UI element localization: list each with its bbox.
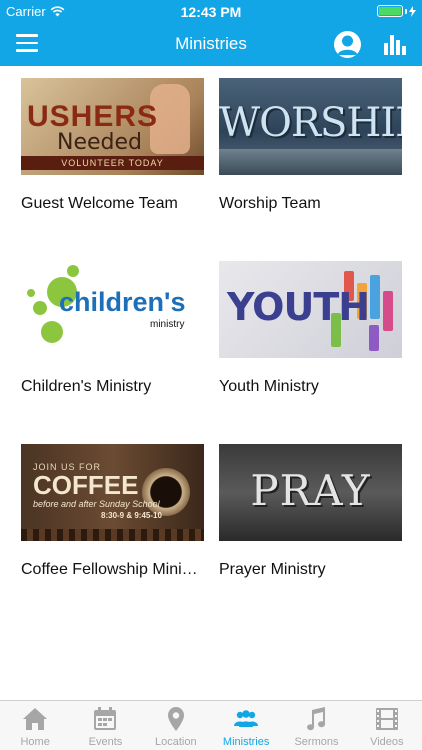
ministry-card-coffee[interactable]: JOIN US FOR COFFEE before and after Sund… bbox=[21, 444, 204, 579]
home-icon bbox=[23, 708, 48, 730]
ministry-card-worship[interactable]: WORSHIP Worship Team bbox=[219, 78, 402, 213]
ministry-image: WORSHIP bbox=[219, 78, 402, 175]
status-time: 12:43 PM bbox=[180, 4, 242, 20]
tab-sermons[interactable]: Sermons bbox=[281, 701, 351, 750]
image-text: COFFEE bbox=[33, 470, 139, 500]
image-text: ministry bbox=[150, 319, 185, 330]
header: Carrier 12:43 PM Ministries bbox=[0, 0, 422, 66]
ministry-label: Worship Team bbox=[219, 195, 321, 212]
tab-label: Ministries bbox=[222, 736, 270, 748]
ministry-image: YOUTH bbox=[219, 261, 402, 358]
ministry-card-youth[interactable]: YOUTH Youth Ministry bbox=[219, 261, 402, 396]
map-pin-icon bbox=[167, 707, 184, 731]
ministry-image: USHERS Needed VOLUNTEER TODAY bbox=[21, 78, 204, 175]
image-text: YOUTH bbox=[227, 285, 370, 329]
image-text: USHERS bbox=[27, 100, 159, 133]
ministry-label: Coffee Fellowship Ministry bbox=[21, 561, 204, 578]
tab-location[interactable]: Location bbox=[141, 701, 211, 750]
tab-label: Home bbox=[20, 736, 50, 748]
bar-chart-icon bbox=[384, 35, 406, 55]
image-text: before and after Sunday School bbox=[33, 499, 160, 509]
tab-home[interactable]: Home bbox=[0, 701, 70, 750]
tab-label: Sermons bbox=[294, 736, 339, 748]
ministry-image: children's ministry bbox=[21, 261, 204, 358]
status-bar: Carrier 12:43 PM bbox=[0, 0, 422, 22]
image-text: WORSHIP bbox=[219, 100, 402, 146]
ministry-card-guest-welcome[interactable]: USHERS Needed VOLUNTEER TODAY Guest Welc… bbox=[21, 78, 204, 213]
profile-button[interactable] bbox=[334, 31, 361, 58]
battery-icon bbox=[377, 5, 416, 17]
ministry-label: Prayer Ministry bbox=[219, 561, 326, 578]
user-icon bbox=[337, 35, 358, 55]
stats-button[interactable] bbox=[383, 32, 407, 56]
ministry-image: JOIN US FOR COFFEE before and after Sund… bbox=[21, 444, 204, 541]
tab-events[interactable]: Events bbox=[70, 701, 140, 750]
image-text: VOLUNTEER TODAY bbox=[21, 156, 204, 170]
tab-label: Events bbox=[88, 736, 123, 748]
tab-bar: Home Events Location Ministries Sermons … bbox=[0, 700, 422, 750]
ministry-card-childrens[interactable]: children's ministry Children's Ministry bbox=[21, 261, 204, 396]
ministry-label: Guest Welcome Team bbox=[21, 195, 178, 212]
tab-label: Location bbox=[155, 736, 197, 748]
people-icon bbox=[234, 710, 259, 727]
calendar-icon bbox=[94, 707, 117, 730]
image-text: children's bbox=[59, 287, 186, 317]
ministry-grid: USHERS Needed VOLUNTEER TODAY Guest Welc… bbox=[0, 66, 422, 700]
ministry-card-prayer[interactable]: PRAY Prayer Ministry bbox=[219, 444, 402, 579]
ministry-image: PRAY bbox=[219, 444, 402, 541]
charging-icon bbox=[409, 5, 416, 17]
music-note-icon bbox=[307, 707, 326, 731]
tab-label: Videos bbox=[370, 736, 404, 748]
ministry-label: Youth Ministry bbox=[219, 378, 319, 395]
film-icon bbox=[375, 708, 398, 730]
image-text: 8:30-9 & 9:45-10 bbox=[101, 511, 162, 520]
tab-ministries[interactable]: Ministries bbox=[211, 701, 281, 750]
ministry-label: Children's Ministry bbox=[21, 378, 152, 395]
tab-videos[interactable]: Videos bbox=[352, 701, 422, 750]
image-text: Needed bbox=[57, 130, 142, 155]
image-text: PRAY bbox=[250, 466, 371, 515]
nav-bar: Ministries bbox=[0, 22, 422, 66]
